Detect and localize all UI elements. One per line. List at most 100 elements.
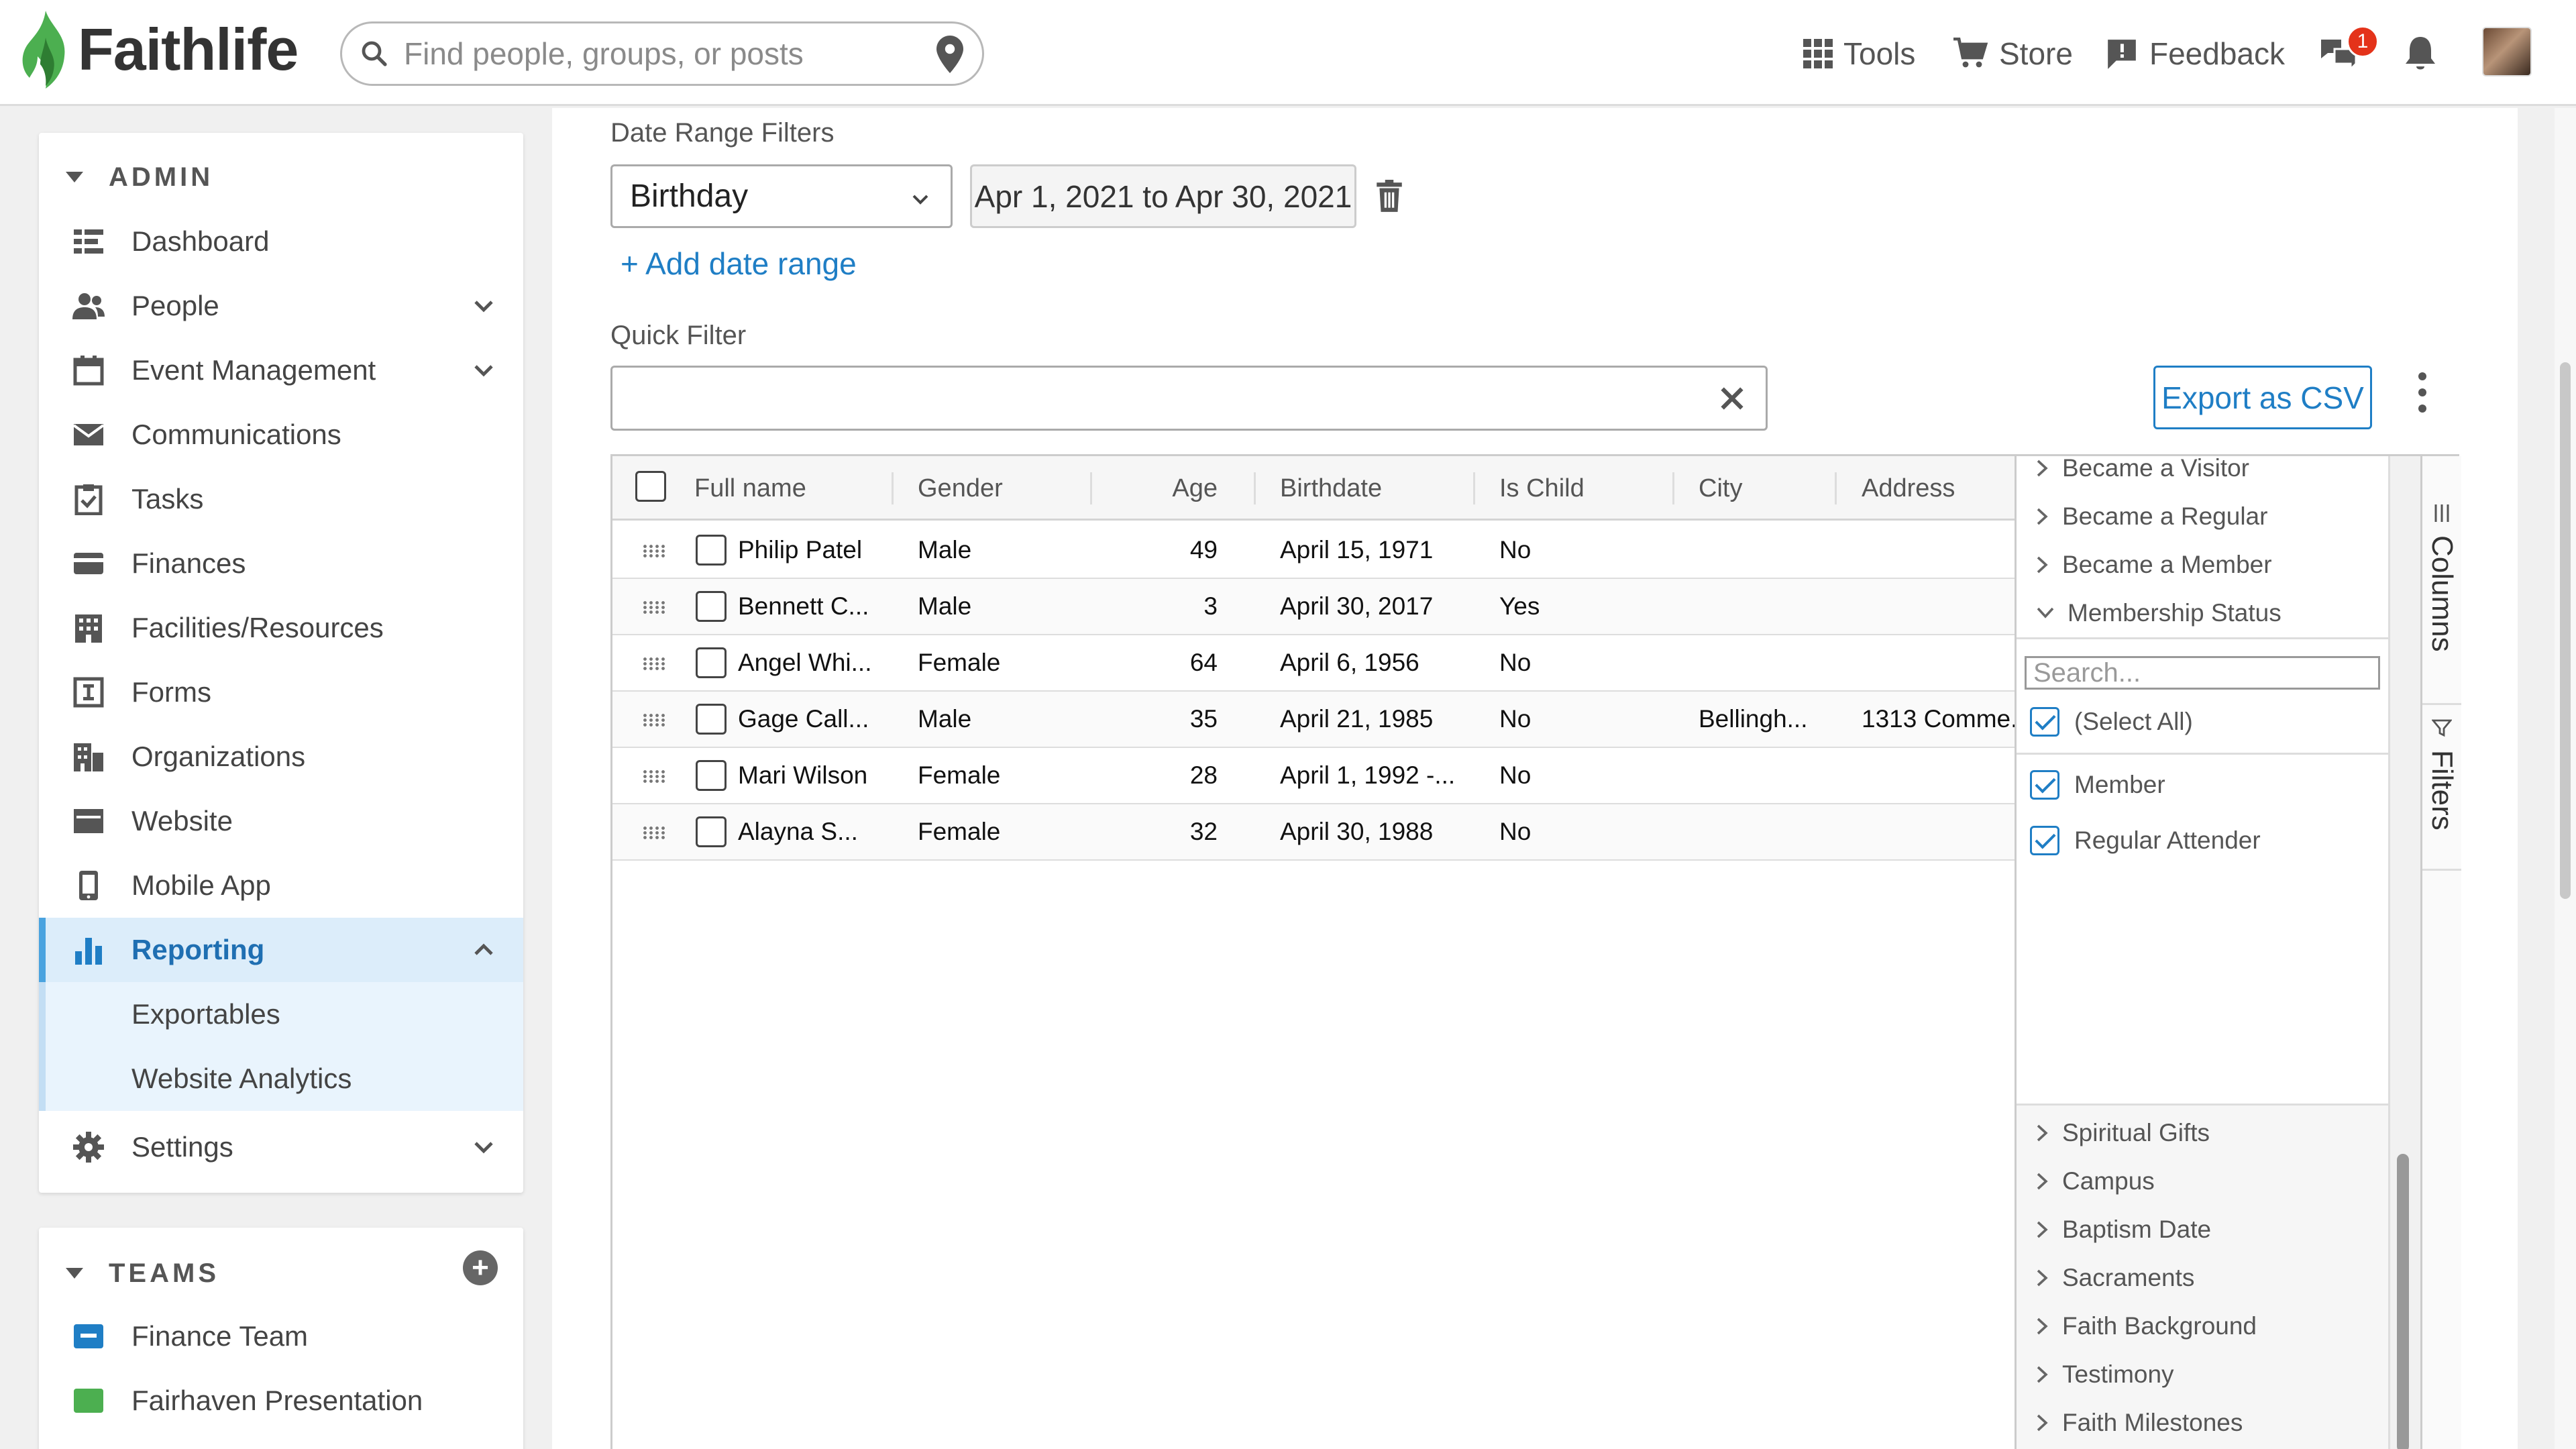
- row-checkbox[interactable]: [696, 647, 727, 678]
- export-csv-button[interactable]: Export as CSV: [2153, 366, 2372, 429]
- sidebar-item-people[interactable]: People: [39, 274, 523, 338]
- tab-columns[interactable]: Columns: [2422, 503, 2461, 664]
- table-row[interactable]: Alayna S... Female 32 April 30, 1988 No: [612, 804, 2015, 861]
- table-row[interactable]: Philip Patel Male 49 April 15, 1971 No: [612, 523, 2015, 579]
- faithlife-logo[interactable]: Faithlife: [21, 8, 299, 91]
- clear-icon[interactable]: [1716, 382, 1748, 415]
- drag-handle-icon[interactable]: [642, 657, 666, 672]
- member-option[interactable]: Member: [2030, 765, 2165, 805]
- sidebar-item-website[interactable]: Website: [39, 789, 523, 853]
- sidebar-item-finances[interactable]: Finances: [39, 531, 523, 596]
- trash-icon[interactable]: [1375, 180, 1403, 213]
- filter-group-campus[interactable]: Campus: [2035, 1157, 2155, 1205]
- checked-checkbox[interactable]: [2030, 770, 2059, 800]
- drag-handle-icon[interactable]: [642, 769, 666, 784]
- column-resize-handle[interactable]: [1473, 472, 1475, 504]
- tool-panel-scrollbar-thumb[interactable]: [2397, 1154, 2409, 1449]
- column-header-gender[interactable]: Gender: [918, 456, 1003, 521]
- checked-checkbox[interactable]: [2030, 826, 2059, 855]
- chevron-down-icon[interactable]: [472, 358, 496, 382]
- chevron-down-icon[interactable]: [472, 1135, 496, 1159]
- drag-handle-icon[interactable]: [642, 713, 666, 728]
- row-checkbox[interactable]: [696, 816, 727, 847]
- quick-filter-input[interactable]: [610, 366, 1768, 431]
- filter-group-became-a-member[interactable]: Became a Member: [2035, 541, 2272, 589]
- checked-checkbox[interactable]: [2030, 707, 2059, 737]
- select-all-checkbox[interactable]: [635, 471, 666, 502]
- feedback-menu[interactable]: Feedback: [2105, 27, 2285, 80]
- user-avatar[interactable]: [2482, 27, 2532, 76]
- filter-group-became-a-visitor[interactable]: Became a Visitor: [2035, 456, 2249, 492]
- drag-handle-icon[interactable]: [642, 600, 666, 615]
- column-header-city[interactable]: City: [1699, 456, 1742, 521]
- regular-attender-option[interactable]: Regular Attender: [2030, 820, 2261, 861]
- drag-handle-icon[interactable]: [642, 544, 666, 559]
- sidebar-item-facilities[interactable]: Facilities/Resources: [39, 596, 523, 660]
- team-item-fairhaven-presentation[interactable]: Fairhaven Presentation: [39, 1368, 523, 1433]
- page-scrollbar-thumb[interactable]: [2560, 362, 2571, 899]
- select-all-option[interactable]: (Select All): [2030, 702, 2193, 742]
- table-row[interactable]: Angel Whi... Female 64 April 6, 1956 No: [612, 635, 2015, 692]
- sidebar-item-event-management[interactable]: Event Management: [39, 338, 523, 402]
- date-range-picker[interactable]: Apr 1, 2021 to Apr 30, 2021: [970, 164, 1356, 228]
- table-row[interactable]: Gage Call... Male 35 April 21, 1985 No B…: [612, 692, 2031, 748]
- sidebar-subitem-website-analytics[interactable]: Website Analytics: [39, 1046, 523, 1111]
- cell-gender: Male: [918, 536, 972, 564]
- column-header-is-child[interactable]: Is Child: [1499, 456, 1585, 521]
- filter-group-membership-status[interactable]: Membership Status: [2035, 589, 2282, 637]
- sidebar-item-label: Tasks: [131, 483, 204, 515]
- sidebar-subitem-exportables[interactable]: Exportables: [39, 982, 523, 1046]
- column-resize-handle[interactable]: [1835, 472, 1837, 504]
- column-resize-handle[interactable]: [1090, 472, 1092, 504]
- column-resize-handle[interactable]: [1672, 472, 1674, 504]
- column-header-address[interactable]: Address: [1862, 456, 1955, 521]
- location-pin-icon[interactable]: [936, 36, 963, 73]
- team-item-finance-team[interactable]: Finance Team: [39, 1304, 523, 1368]
- sidebar-item-reporting[interactable]: Reporting: [39, 918, 523, 982]
- cell-full-name: Alayna S...: [738, 818, 858, 845]
- filter-group-sacraments[interactable]: Sacraments: [2035, 1254, 2194, 1302]
- sidebar-item-mobile-app[interactable]: Mobile App: [39, 853, 523, 918]
- sidebar-item-label: Website: [131, 805, 233, 837]
- add-date-range-link[interactable]: + Add date range: [621, 246, 857, 282]
- row-checkbox[interactable]: [696, 591, 727, 622]
- row-checkbox[interactable]: [696, 535, 727, 566]
- table-row[interactable]: Bennett C... Male 3 April 30, 2017 Yes: [612, 579, 2015, 635]
- column-resize-handle[interactable]: [892, 472, 894, 504]
- admin-section-toggle[interactable]: ADMIN: [66, 150, 213, 204]
- global-search[interactable]: Find people, groups, or posts: [340, 21, 984, 86]
- teams-section-toggle[interactable]: TEAMS: [66, 1246, 219, 1300]
- date-field-select[interactable]: Birthday: [610, 164, 953, 228]
- row-checkbox[interactable]: [696, 704, 727, 735]
- filter-group-testimony[interactable]: Testimony: [2035, 1350, 2174, 1399]
- filter-group-baptism-date[interactable]: Baptism Date: [2035, 1205, 2211, 1254]
- filter-group-faith-background[interactable]: Faith Background: [2035, 1302, 2257, 1350]
- drag-handle-icon[interactable]: [642, 826, 666, 841]
- tools-menu[interactable]: Tools: [1803, 27, 1915, 80]
- column-header-birthdate[interactable]: Birthdate: [1280, 456, 1382, 521]
- column-header-full-name[interactable]: Full name: [694, 456, 806, 521]
- filter-group-spiritual-gifts[interactable]: Spiritual Gifts: [2035, 1109, 2210, 1157]
- notifications-button[interactable]: [2404, 27, 2447, 80]
- sidebar-item-tasks[interactable]: Tasks: [39, 467, 523, 531]
- chevron-down-icon[interactable]: [472, 294, 496, 318]
- column-resize-handle[interactable]: [1254, 472, 1256, 504]
- more-options-icon[interactable]: [2412, 372, 2432, 419]
- column-header-age[interactable]: Age: [1095, 456, 1218, 521]
- chevron-right-icon: [2037, 1366, 2048, 1383]
- sidebar-item-organizations[interactable]: Organizations: [39, 724, 523, 789]
- chevron-up-icon[interactable]: [472, 938, 496, 962]
- filter-group-label: Baptism Date: [2062, 1216, 2212, 1243]
- add-team-button[interactable]: +: [463, 1250, 498, 1285]
- sidebar-item-dashboard[interactable]: Dashboard: [39, 209, 523, 274]
- table-row[interactable]: Mari Wilson Female 28 April 1, 1992 -...…: [612, 748, 2015, 804]
- sidebar-item-forms[interactable]: Forms: [39, 660, 523, 724]
- sidebar-item-settings[interactable]: Settings: [39, 1115, 523, 1179]
- filter-group-became-a-regular[interactable]: Became a Regular: [2035, 492, 2267, 541]
- filter-group-faith-milestones[interactable]: Faith Milestones: [2035, 1399, 2243, 1447]
- row-checkbox[interactable]: [696, 760, 727, 791]
- sidebar-item-communications[interactable]: Communications: [39, 402, 523, 467]
- filter-search-input[interactable]: Search...: [2025, 656, 2380, 690]
- tab-filters[interactable]: Filters: [2422, 718, 2461, 872]
- store-menu[interactable]: Store: [1953, 27, 2073, 80]
